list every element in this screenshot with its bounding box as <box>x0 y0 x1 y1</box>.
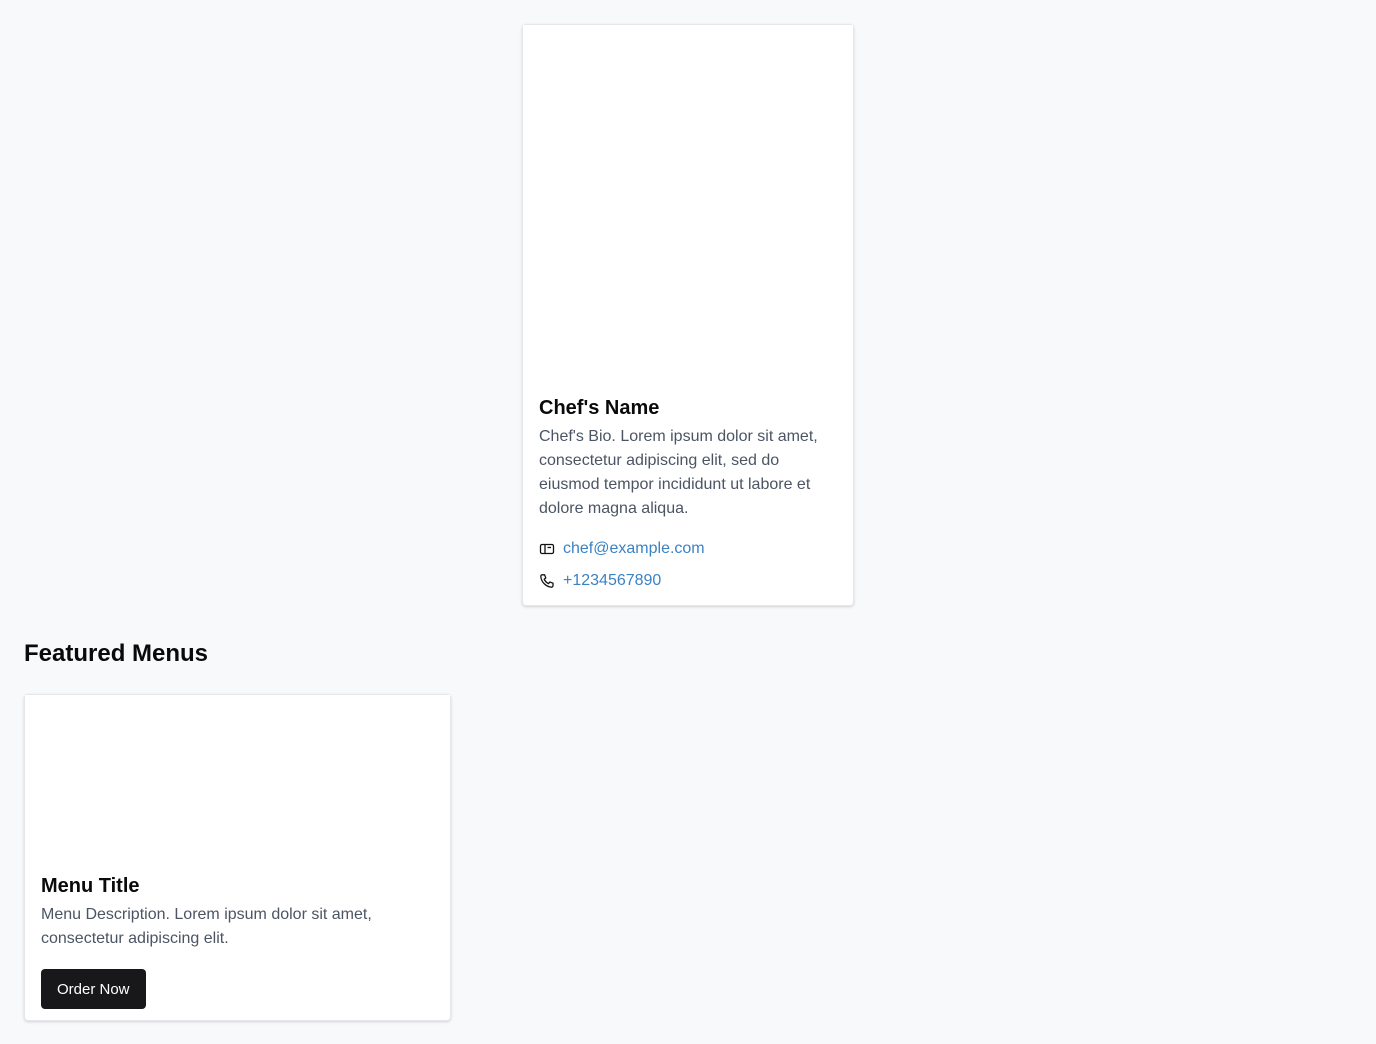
phone-row: +1234567890 <box>539 569 839 593</box>
chef-card: Chef's Name Chef's Bio. Lorem ipsum dolo… <box>522 24 854 606</box>
menu-description: Menu Description. Lorem ipsum dolor sit … <box>41 906 372 947</box>
menu-card: Menu Title Menu Description. Lorem ipsum… <box>24 694 451 1021</box>
menu-body: Menu Title Menu Description. Lorem ipsum… <box>41 873 436 1009</box>
menu-image <box>25 695 450 855</box>
phone-icon <box>539 573 555 589</box>
chef-image <box>523 25 853 385</box>
email-row: chef@example.com <box>539 537 839 561</box>
chef-body: Chef's Name Chef's Bio. Lorem ipsum dolo… <box>539 395 839 593</box>
featured-menus-heading: Featured Menus <box>24 640 209 667</box>
email-link[interactable]: chef@example.com <box>563 540 705 558</box>
order-now-button[interactable]: Order Now <box>41 969 146 1009</box>
mail-icon <box>539 541 555 557</box>
chef-bio: Chef's Bio. Lorem ipsum dolor sit amet, … <box>539 428 818 517</box>
menu-title: Menu Title <box>41 875 140 897</box>
phone-link[interactable]: +1234567890 <box>563 572 661 590</box>
chef-name: Chef's Name <box>539 397 660 419</box>
